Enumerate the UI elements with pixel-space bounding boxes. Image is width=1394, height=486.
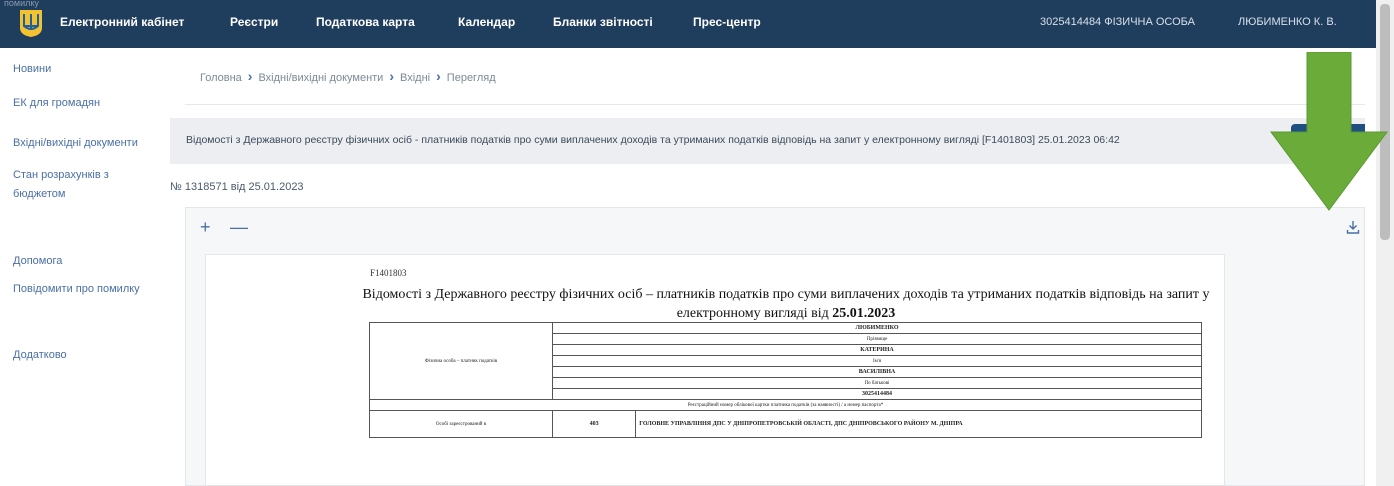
chevron-right-icon: › bbox=[247, 68, 253, 84]
breadcrumb-incoming[interactable]: Вхідні bbox=[400, 72, 430, 84]
document-number: № 1318571 від 25.01.2023 bbox=[170, 181, 304, 193]
form-title-line1: Відомості з Державного реєстру фізичних … bbox=[362, 287, 1210, 302]
org-code: 403 bbox=[552, 410, 637, 438]
form-title-date: 25.01.2023 bbox=[832, 306, 896, 321]
breadcrumb-view: Перегляд bbox=[446, 72, 496, 84]
form-title-line2: електронному вигляді від 25.01.2023 bbox=[356, 304, 1216, 323]
user-name[interactable]: ЛЮБИМЕНКО К. В. bbox=[1238, 16, 1337, 28]
nav-report-forms[interactable]: Бланки звітності bbox=[553, 15, 653, 29]
table-row: Реєстраційний номер облікової картки пла… bbox=[369, 399, 1202, 411]
breadcrumb-documents[interactable]: Вхідні/вихідні документи bbox=[258, 72, 383, 84]
document-title-bar: Відомості з Державного реєстру фізичних … bbox=[170, 118, 1365, 164]
arrow-down-icon bbox=[1270, 52, 1388, 211]
sidebar-item-ek-citizens[interactable]: ЕК для громадян bbox=[13, 94, 153, 113]
form-page: F1401803 Відомості з Державного реєстру … bbox=[205, 254, 1225, 486]
person-surname: ЛЮБИМЕНКО bbox=[552, 322, 1202, 334]
person-label: Фізична особа – платник податків bbox=[368, 322, 554, 400]
sidebar-item-report-error[interactable]: Повідомити про помилку bbox=[13, 280, 153, 299]
nav-tax-map[interactable]: Податкова карта bbox=[316, 15, 415, 29]
zoom-out-button[interactable]: — bbox=[230, 218, 248, 236]
sidebar-item-documents[interactable]: Вхідні/вихідні документи bbox=[13, 134, 153, 153]
sidebar-item-help[interactable]: Допомога bbox=[13, 252, 153, 271]
breadcrumb: Головна › Вхідні/вихідні документи › Вхідні ›… bbox=[200, 68, 496, 84]
chevron-right-icon: › bbox=[389, 68, 395, 84]
top-navbar: помилку Електронний кабінет Реєстри Пода… bbox=[0, 0, 1376, 48]
table-row: Особі зареєстрований в 403 ГОЛОВНЕ УПРАВ… bbox=[368, 410, 1202, 438]
person-patronymic: ВАСИЛІВНА bbox=[552, 366, 1202, 378]
divider bbox=[185, 104, 1365, 105]
sidebar: Новини ЕК для громадян Вхідні/вихідні до… bbox=[0, 48, 170, 486]
person-name: КАТЕРИНА bbox=[552, 344, 1202, 356]
rnokpp-note: Реєстраційний номер облікової картки пла… bbox=[369, 399, 1202, 411]
zoom-in-button[interactable]: + bbox=[200, 218, 211, 236]
sidebar-item-budget[interactable]: Стан розрахунків з бюджетом bbox=[13, 166, 153, 204]
nav-press-center[interactable]: Прес-центр bbox=[693, 15, 761, 29]
nav-calendar[interactable]: Календар bbox=[458, 15, 515, 29]
cabinet-title[interactable]: Електронний кабінет bbox=[60, 15, 184, 29]
download-icon[interactable] bbox=[1346, 220, 1360, 234]
chevron-right-icon: › bbox=[436, 68, 441, 84]
table-row: Фізична особа – платник податків ЛЮБИМЕН… bbox=[368, 322, 1202, 400]
sidebar-item-additional[interactable]: Додатково bbox=[13, 346, 153, 365]
document-title: Відомості з Державного реєстру фізичних … bbox=[186, 134, 1120, 146]
person-rnokpp: 3025414484 bbox=[552, 388, 1202, 400]
sidebar-item-news[interactable]: Новини bbox=[13, 60, 153, 79]
person-surname-caption: Прізвище bbox=[552, 333, 1202, 345]
org-label: Особі зареєстрований в bbox=[368, 410, 554, 438]
nav-registries[interactable]: Реєстри bbox=[230, 15, 278, 29]
trident-logo-icon bbox=[20, 10, 42, 37]
user-code[interactable]: 3025414484 ФІЗИЧНА ОСОБА bbox=[1040, 16, 1195, 28]
form-title: Відомості з Державного реєстру фізичних … bbox=[356, 285, 1216, 323]
form-title-prefix: електронному вигляді від bbox=[676, 306, 833, 321]
form-table: Фізична особа – платник податків ЛЮБИМЕН… bbox=[368, 322, 1202, 438]
form-code: F1401803 bbox=[370, 268, 407, 278]
org-name: ГОЛОВНЕ УПРАВЛІННЯ ДПС У ДНІПРОПЕТРОВСЬК… bbox=[635, 410, 1202, 438]
person-patronymic-caption: По батькові bbox=[552, 377, 1202, 389]
stray-text: помилку bbox=[4, 0, 39, 8]
person-name-caption: Ім'я bbox=[552, 355, 1202, 367]
breadcrumb-home[interactable]: Головна bbox=[200, 72, 242, 84]
